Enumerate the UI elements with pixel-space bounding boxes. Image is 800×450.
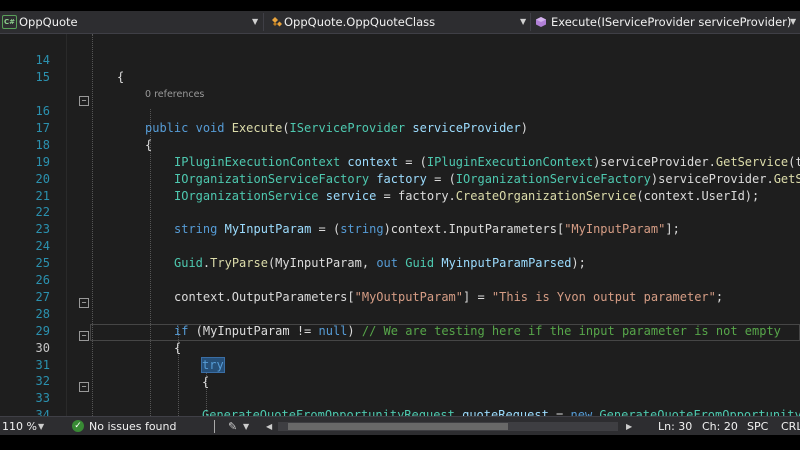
code-line: 27	[0, 272, 800, 304]
class-dropdown[interactable]: OppQuote.OppQuoteClass ▼	[264, 11, 530, 33]
project-name: OppQuote	[19, 15, 78, 29]
check-circle-icon: ✓	[72, 420, 84, 432]
code-line: 23	[0, 204, 800, 236]
chevron-down-icon[interactable]: ▼	[243, 417, 249, 435]
navigation-bar: C# OppQuote ▼ OppQuote.OppQuoteClass ▼ E…	[0, 11, 800, 34]
line-ending[interactable]: CRL	[781, 417, 800, 435]
code-line: 28 if (MyInputParam != null) // We are t…	[0, 289, 800, 338]
chevron-down-icon[interactable]: ▼	[38, 417, 44, 435]
horizontal-scrollbar[interactable]	[278, 422, 618, 431]
code-area[interactable]: − − − − 14 { 15 0 references 16 public v…	[0, 34, 800, 416]
code-line: 25	[0, 238, 800, 270]
code-line: 26 context.OutputParameters["MyOutputPar…	[0, 255, 800, 304]
class-name: OppQuote.OppQuoteClass	[284, 15, 436, 29]
scroll-right-icon[interactable]: ▶	[626, 417, 632, 435]
code-line: 14 {	[0, 35, 800, 84]
code-line: 18 IPluginExecutionContext context = (IP…	[0, 120, 800, 169]
code-line: 31 {	[0, 340, 800, 389]
code-line: 16 public void Execute(IServiceProvider …	[0, 86, 800, 135]
code-line: 20 IOrganizationService service = factor…	[0, 154, 800, 203]
csharp-project-icon: C#	[2, 15, 17, 29]
code-line: 17 {	[0, 103, 800, 152]
code-line: 21	[0, 171, 800, 203]
code-line: 34 {	[0, 390, 800, 416]
method-icon	[536, 17, 546, 27]
chevron-down-icon: ▼	[790, 17, 797, 26]
column-position[interactable]: Ch: 20	[702, 417, 738, 435]
code-line: 32	[0, 356, 800, 388]
code-line-current: 30 try	[0, 323, 800, 373]
class-icon	[272, 17, 282, 27]
code-line: 19 IOrganizationServiceFactory factory =…	[0, 137, 800, 186]
divider	[214, 420, 215, 433]
project-dropdown[interactable]: C# OppQuote ▼	[0, 11, 262, 33]
code-line: 35	[0, 407, 800, 416]
code-line: 24 Guid.TryParse(MyInputParam, out Guid …	[0, 221, 800, 270]
scroll-left-icon[interactable]: ◀	[266, 417, 272, 435]
status-bar: 110 % ▼ ✓ No issues found ✎ ▼ ◀ ▶ Ln: 30…	[0, 416, 800, 435]
scrollbar-thumb[interactable]	[288, 423, 508, 430]
code-line: 29 {	[0, 306, 800, 355]
issues-status[interactable]: No issues found	[89, 417, 176, 435]
code-line: 15	[0, 52, 800, 84]
codelens-line: 0 references	[0, 70, 800, 100]
code-line: 33 GenerateQuoteFromOpportunityRequest q…	[0, 373, 800, 416]
chevron-down-icon: ▼	[520, 17, 527, 26]
chevron-down-icon: ▼	[252, 17, 259, 26]
brush-icon[interactable]: ✎	[228, 417, 237, 435]
code-line: 22 string MyInputParam = (string)context…	[0, 187, 800, 236]
code-editor-window: C# OppQuote ▼ OppQuote.OppQuoteClass ▼ E…	[0, 11, 800, 435]
line-position[interactable]: Ln: 30	[658, 417, 692, 435]
member-name: Execute(IServiceProvider serviceProvider…	[551, 15, 792, 29]
whitespace-mode[interactable]: SPC	[747, 417, 768, 435]
member-dropdown[interactable]: Execute(IServiceProvider serviceProvider…	[531, 11, 800, 33]
zoom-level[interactable]: 110 %	[2, 417, 37, 435]
